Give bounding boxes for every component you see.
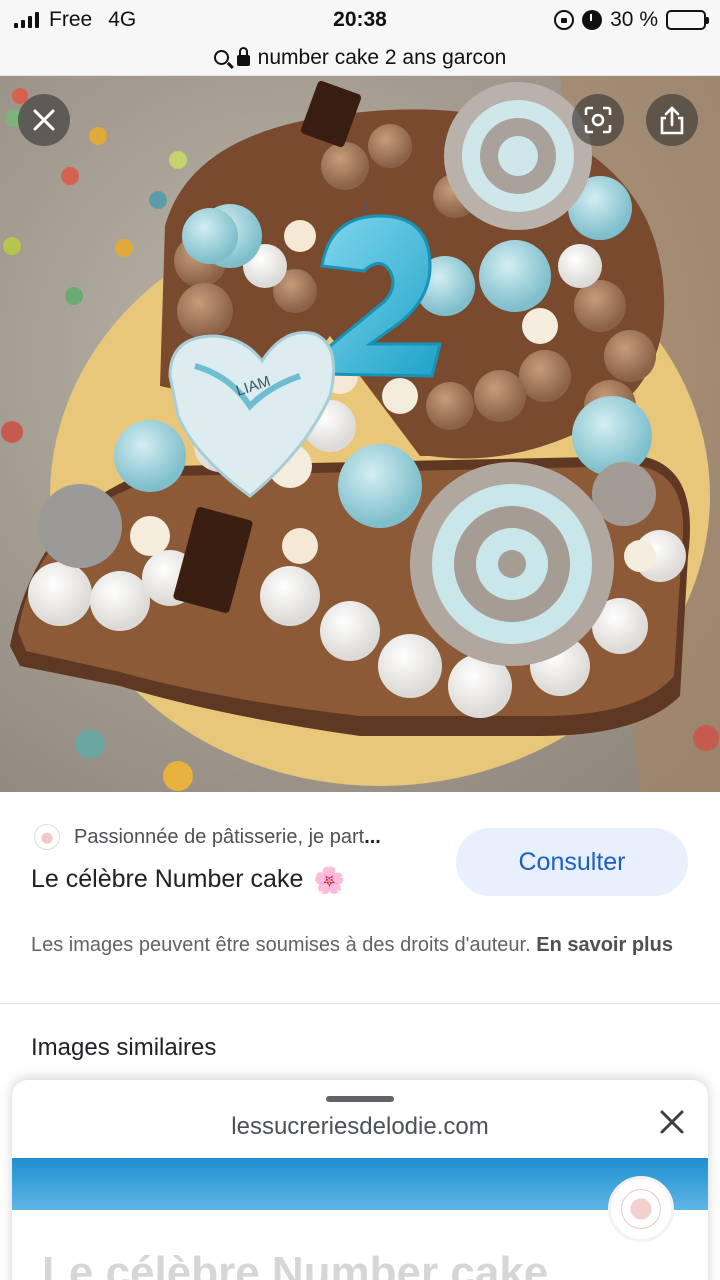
copyright-notice: Les images peuvent être soumises à des d… — [31, 930, 691, 960]
close-button[interactable] — [18, 94, 70, 146]
url-query[interactable]: number cake 2 ans garcon — [258, 46, 507, 70]
learn-more-link[interactable]: En savoir plus — [536, 934, 673, 956]
site-preview-sheet[interactable]: lessucreriesdelodie.com Le célèbre Numbe… — [12, 1080, 708, 1280]
battery-icon — [666, 10, 709, 30]
image-title-text: Le célèbre Number cake — [31, 865, 304, 893]
source-text[interactable]: Passionnée de pâtisserie, je part... — [74, 826, 381, 849]
sheet-domain: lessucreriesdelodie.com — [231, 1113, 489, 1140]
alarm-icon — [582, 10, 603, 30]
drag-handle[interactable] — [326, 1096, 394, 1102]
consult-button[interactable]: Consulter — [456, 828, 688, 896]
lens-icon — [584, 106, 612, 134]
source-site-text: Passionnée de pâtisserie, je part — [74, 825, 365, 848]
similar-images-heading: Images similaires — [31, 1034, 217, 1061]
padlock-icon — [236, 47, 250, 66]
site-favicon-icon — [34, 824, 60, 850]
lens-button[interactable] — [572, 94, 624, 146]
search-icon — [213, 50, 229, 65]
cake-photo[interactable]: LIAM — [0, 76, 720, 792]
copyright-text: Les images peuvent être soumises à des d… — [31, 934, 531, 956]
site-logo-avatar — [608, 1176, 674, 1242]
status-bar: Free 4G 20:38 30 % — [0, 0, 720, 40]
image-title[interactable]: Le célèbre Number cake 🌸 — [31, 865, 346, 894]
source-row[interactable]: Passionnée de pâtisserie, je part... — [34, 824, 381, 850]
image-details: Passionnée de pâtisserie, je part... Le … — [0, 792, 720, 1004]
image-viewer[interactable]: LIAM — [0, 76, 720, 792]
rotation-lock-icon — [554, 10, 575, 30]
source-ellipsis: ... — [364, 825, 381, 848]
sheet-close-button[interactable] — [656, 1106, 688, 1138]
sheet-page-title: Le célèbre Number cake — [42, 1248, 549, 1280]
close-icon — [660, 1110, 684, 1134]
address-bar[interactable]: number cake 2 ans garcon — [0, 40, 720, 76]
status-right: 30 % — [554, 8, 709, 32]
blossom-icon: 🌸 — [313, 864, 346, 895]
share-button[interactable] — [646, 94, 698, 146]
site-header-banner — [12, 1158, 708, 1210]
share-icon — [660, 106, 684, 135]
logo-mark — [621, 1189, 661, 1229]
close-icon — [33, 109, 55, 131]
battery-percent: 30 % — [610, 8, 658, 31]
